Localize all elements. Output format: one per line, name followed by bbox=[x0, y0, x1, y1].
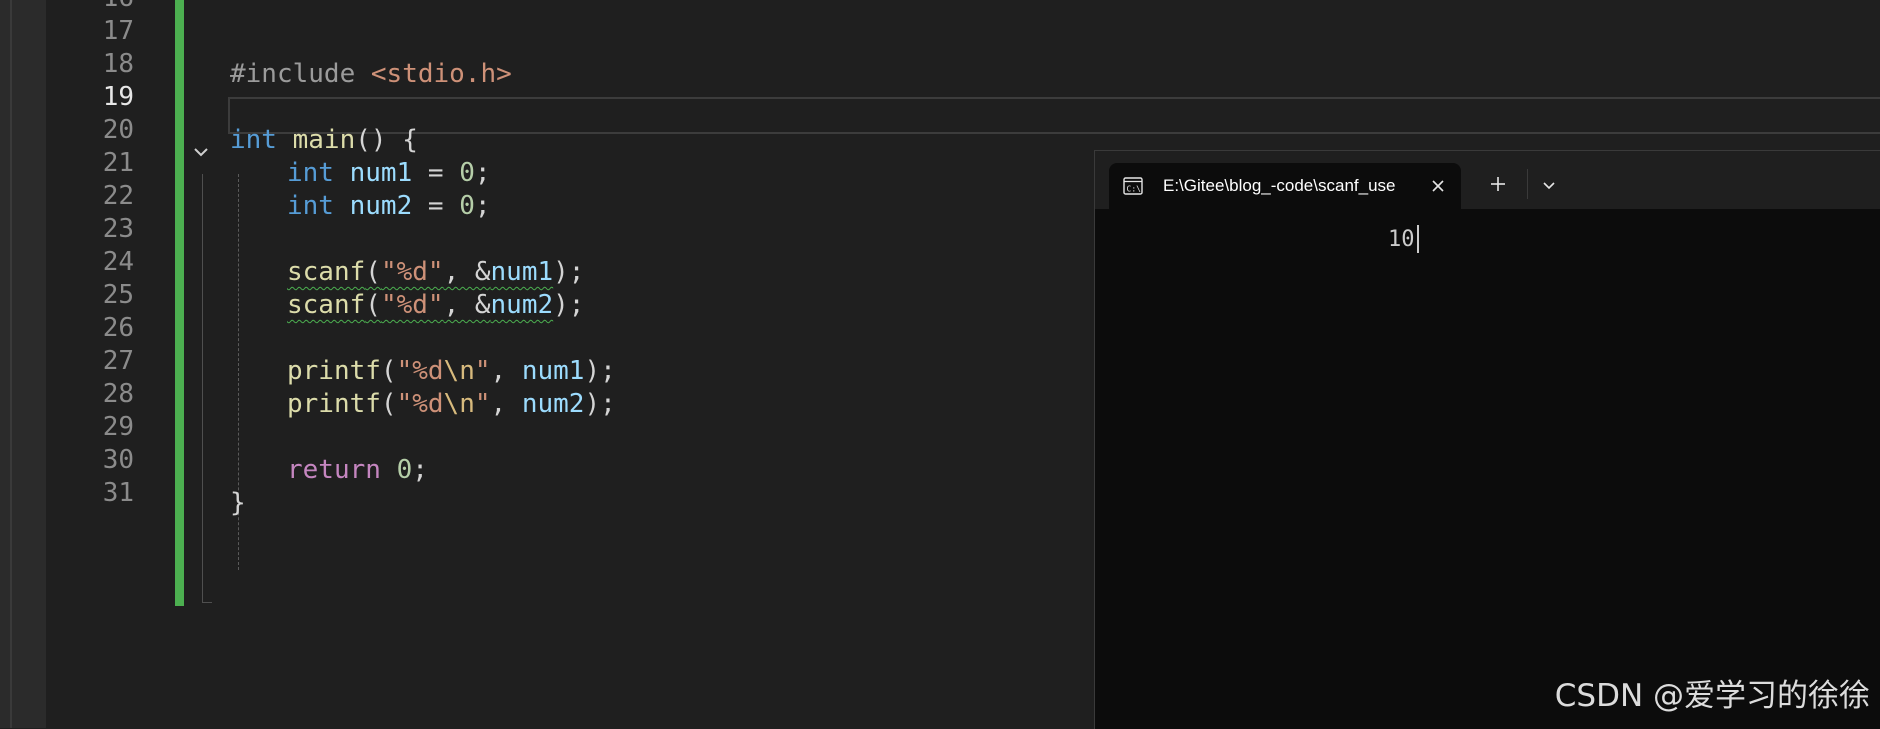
format-string: "%d bbox=[396, 389, 444, 419]
include-header: <stdio.h> bbox=[370, 59, 512, 89]
code-punctuation: ( bbox=[365, 257, 381, 287]
console-icon: C:\ bbox=[1123, 177, 1143, 195]
terminal-titlebar[interactable]: C:\ E:\Gitee\blog_-code\scanf_use bbox=[1095, 151, 1880, 209]
format-string-end: " bbox=[474, 389, 491, 419]
fold-guide-line bbox=[202, 174, 203, 602]
function-call: printf bbox=[287, 389, 381, 419]
change-indicator-bar bbox=[175, 0, 184, 606]
code-punctuation: ; bbox=[412, 455, 428, 485]
variable-name: num1 bbox=[349, 158, 413, 188]
variable-name: num1 bbox=[521, 356, 585, 386]
code-line-22[interactable]: int num2 = 0; bbox=[287, 187, 491, 226]
code-punctuation: , & bbox=[443, 290, 491, 320]
escape-sequence: \n bbox=[443, 356, 475, 386]
code-punctuation: , bbox=[490, 389, 522, 419]
type-keyword: int bbox=[230, 125, 277, 155]
watermark: CSDN @爱学习的徐徐 bbox=[1554, 678, 1870, 714]
function-call: scanf bbox=[287, 290, 366, 320]
code-punctuation: ); bbox=[553, 290, 585, 320]
code-line-30[interactable]: return 0; bbox=[287, 451, 428, 490]
number-literal: 0 bbox=[459, 191, 475, 221]
chevron-down-icon[interactable] bbox=[1539, 175, 1559, 195]
return-keyword: return bbox=[287, 455, 381, 485]
activity-strip-edge bbox=[10, 0, 12, 728]
format-string-end: " bbox=[474, 356, 491, 386]
code-punctuation: ); bbox=[553, 257, 585, 287]
code-punctuation: ; bbox=[474, 158, 491, 188]
code-line-31[interactable]: } bbox=[230, 484, 246, 523]
svg-text:C:\: C:\ bbox=[1127, 185, 1142, 194]
terminal-tab[interactable]: C:\ E:\Gitee\blog_-code\scanf_use bbox=[1109, 163, 1461, 209]
code-punctuation: ); bbox=[584, 356, 616, 386]
code-punctuation: , bbox=[490, 356, 522, 386]
function-call: scanf bbox=[287, 257, 366, 287]
close-icon[interactable] bbox=[1427, 175, 1449, 197]
terminal-output[interactable]: 10 bbox=[1388, 225, 1415, 255]
code-punctuation: ; bbox=[474, 191, 491, 221]
type-keyword: int bbox=[287, 191, 334, 221]
code-line-25[interactable]: scanf("%d", &num2); bbox=[287, 286, 584, 325]
plus-icon[interactable] bbox=[1487, 173, 1509, 195]
code-line-28[interactable]: printf("%d\n", num2); bbox=[287, 385, 616, 424]
warning-squiggle[interactable]: scanf("%d", &num1 bbox=[287, 257, 553, 287]
variable-name: num2 bbox=[349, 191, 413, 221]
escape-sequence: \n bbox=[443, 389, 475, 419]
terminal-window[interactable]: C:\ E:\Gitee\blog_-code\scanf_use 10 bbox=[1094, 150, 1880, 729]
format-string: "%d" bbox=[380, 257, 444, 287]
closing-brace: } bbox=[230, 488, 246, 518]
function-name: main bbox=[292, 125, 356, 155]
warning-squiggle[interactable]: scanf("%d", &num2 bbox=[287, 290, 553, 320]
line-number: 31 bbox=[102, 478, 134, 508]
code-line-18[interactable]: #include <stdio.h> bbox=[230, 55, 512, 94]
fold-chevron-icon[interactable] bbox=[188, 139, 214, 165]
code-punctuation: ( bbox=[380, 356, 397, 386]
titlebar-separator bbox=[1527, 169, 1528, 199]
code-punctuation: ); bbox=[584, 389, 616, 419]
fold-guide-end bbox=[202, 602, 212, 603]
terminal-cursor bbox=[1417, 225, 1419, 253]
terminal-tab-title: E:\Gitee\blog_-code\scanf_use bbox=[1163, 176, 1396, 195]
type-keyword: int bbox=[287, 158, 334, 188]
format-string: "%d bbox=[396, 356, 444, 386]
code-operator: = bbox=[412, 158, 460, 188]
variable-name: num1 bbox=[490, 257, 554, 287]
number-literal: 0 bbox=[459, 158, 475, 188]
current-line-highlight bbox=[228, 97, 1880, 134]
preprocessor-directive: #include bbox=[230, 59, 356, 89]
variable-name: num2 bbox=[490, 290, 554, 320]
code-operator: = bbox=[412, 191, 460, 221]
format-string: "%d" bbox=[380, 290, 444, 320]
activity-strip bbox=[0, 0, 46, 728]
function-call: printf bbox=[287, 356, 381, 386]
code-punctuation: ( bbox=[365, 290, 381, 320]
code-punctuation: () { bbox=[355, 125, 418, 155]
variable-name: num2 bbox=[521, 389, 585, 419]
number-literal: 0 bbox=[396, 455, 413, 485]
code-punctuation: ( bbox=[380, 389, 397, 419]
code-punctuation: , & bbox=[443, 257, 491, 287]
